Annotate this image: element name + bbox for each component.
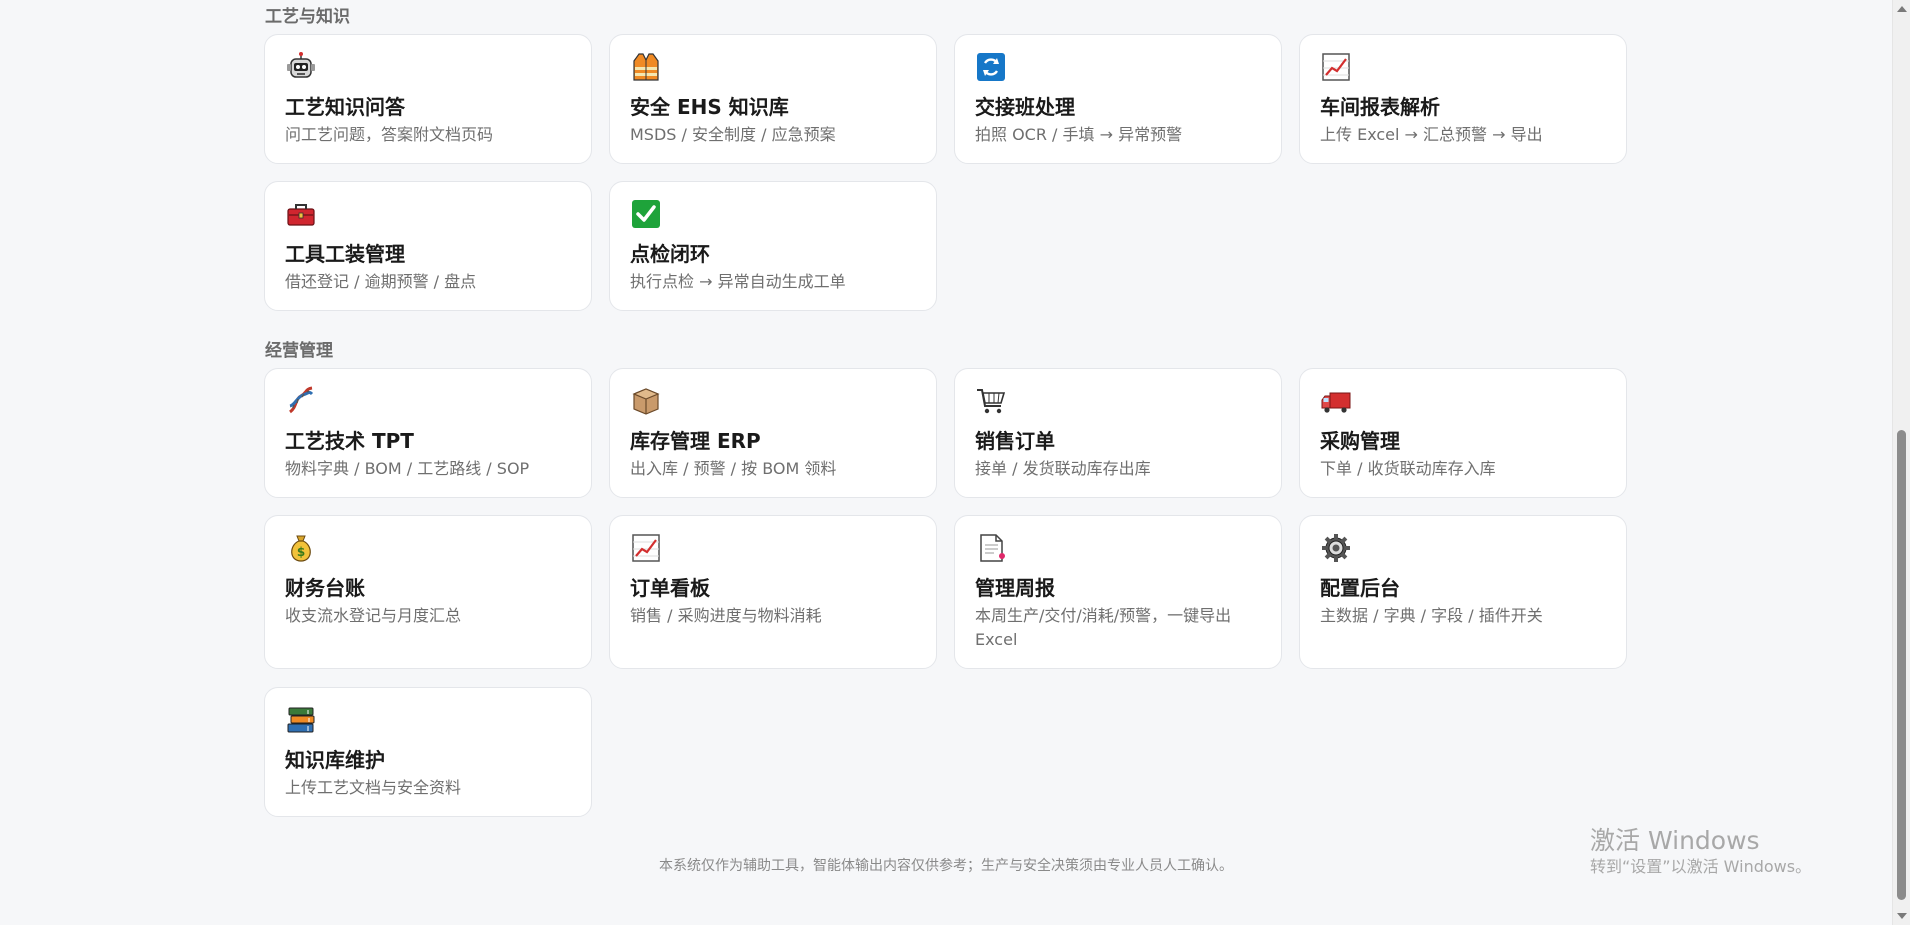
money-bag-icon: $: [285, 532, 317, 564]
card-desc: 出入库 / 预警 / 按 BOM 领料: [630, 459, 837, 478]
card-desc: 执行点检 → 异常自动生成工单: [630, 272, 846, 291]
card-title: 安全 EHS 知识库: [630, 95, 789, 119]
card-title: 点检闭环: [630, 242, 710, 266]
robot-icon: [285, 51, 317, 83]
truck-icon: [1320, 385, 1352, 417]
card-sales-order[interactable]: 销售订单 接单 / 发货联动库存出库: [954, 368, 1282, 498]
card-config-backend[interactable]: 配置后台 主数据 / 字典 / 字段 / 插件开关: [1299, 515, 1627, 669]
refresh-icon: [975, 51, 1007, 83]
card-desc: 上传 Excel → 汇总预警 → 导出: [1320, 125, 1543, 144]
card-desc: 本周生产/交付/消耗/预警，一键导出 Excel: [975, 606, 1232, 649]
card-inventory-erp[interactable]: 库存管理 ERP 出入库 / 预警 / 按 BOM 领料: [609, 368, 937, 498]
vertical-scrollbar[interactable]: [1892, 0, 1910, 925]
card-title: 工具工装管理: [285, 242, 405, 266]
card-inspection-loop[interactable]: 点检闭环 执行点检 → 异常自动生成工单: [609, 181, 937, 311]
card-desc: 销售 / 采购进度与物料消耗: [630, 606, 822, 625]
card-shift-handover[interactable]: 交接班处理 拍照 OCR / 手填 → 异常预警: [954, 34, 1282, 164]
card-desc: 下单 / 收货联动库存入库: [1320, 459, 1496, 478]
card-title: 订单看板: [630, 576, 710, 600]
card-title: 车间报表解析: [1320, 95, 1440, 119]
card-desc: 主数据 / 字典 / 字段 / 插件开关: [1320, 606, 1543, 625]
card-desc: 物料字典 / BOM / 工艺路线 / SOP: [285, 459, 530, 478]
gear-icon: [1320, 532, 1352, 564]
toolbox-icon: [285, 198, 317, 230]
card-purchase-management[interactable]: 采购管理 下单 / 收货联动库存入库: [1299, 368, 1627, 498]
safety-vest-icon: [630, 51, 662, 83]
card-workshop-report[interactable]: 车间报表解析 上传 Excel → 汇总预警 → 导出: [1299, 34, 1627, 164]
dna-icon: [285, 385, 317, 417]
card-weekly-report[interactable]: 管理周报 本周生产/交付/消耗/预警，一键导出 Excel: [954, 515, 1282, 669]
scroll-down-arrow-icon[interactable]: [1897, 913, 1907, 919]
scroll-up-arrow-icon[interactable]: [1897, 6, 1907, 12]
cart-icon: [975, 385, 1007, 417]
card-desc: 接单 / 发货联动库存出库: [975, 459, 1151, 478]
chart-up-icon: [1320, 51, 1352, 83]
card-title: 采购管理: [1320, 429, 1400, 453]
card-finance-ledger[interactable]: $ 财务台账 收支流水登记与月度汇总: [264, 515, 592, 669]
card-title: 工艺技术 TPT: [285, 429, 414, 453]
card-title: 库存管理 ERP: [630, 429, 761, 453]
page: 工艺与知识 工艺知识问答 问工艺问题，答案附文档页码 安全 EHS 知识库 MS…: [0, 0, 1892, 925]
card-title: 管理周报: [975, 576, 1055, 600]
section-title-management: 经营管理: [265, 341, 333, 361]
card-process-tpt[interactable]: 工艺技术 TPT 物料字典 / BOM / 工艺路线 / SOP: [264, 368, 592, 498]
card-desc: 问工艺问题，答案附文档页码: [285, 125, 494, 144]
card-desc: MSDS / 安全制度 / 应急预案: [630, 125, 836, 144]
watermark-line1: 激活 Windows: [1590, 826, 1760, 855]
section-title-process: 工艺与知识: [265, 7, 350, 27]
scrollbar-thumb[interactable]: [1897, 430, 1906, 900]
package-icon: [630, 385, 662, 417]
watermark-line2: 转到“设置”以激活 Windows。: [1590, 857, 1812, 876]
card-safety-ehs[interactable]: 安全 EHS 知识库 MSDS / 安全制度 / 应急预案: [609, 34, 937, 164]
chart-up-icon: [630, 532, 662, 564]
card-desc: 收支流水登记与月度汇总: [285, 606, 462, 625]
card-knowledge-maintenance[interactable]: 知识库维护 上传工艺文档与安全资料: [264, 687, 592, 817]
windows-activation-watermark: 激活 Windows 转到“设置”以激活 Windows。: [1590, 826, 1811, 878]
document-icon: [975, 532, 1007, 564]
card-desc: 借还登记 / 逾期预警 / 盘点: [285, 272, 477, 291]
card-title: 配置后台: [1320, 576, 1400, 600]
card-title: 交接班处理: [975, 95, 1075, 119]
card-desc: 上传工艺文档与安全资料: [285, 778, 462, 797]
card-desc: 拍照 OCR / 手填 → 异常预警: [975, 125, 1183, 144]
card-title: 财务台账: [285, 576, 365, 600]
card-tool-management[interactable]: 工具工装管理 借还登记 / 逾期预警 / 盘点: [264, 181, 592, 311]
svg-text:$: $: [297, 545, 305, 559]
card-order-dashboard[interactable]: 订单看板 销售 / 采购进度与物料消耗: [609, 515, 937, 669]
card-title: 知识库维护: [285, 748, 385, 772]
books-icon: [285, 704, 317, 736]
card-title: 工艺知识问答: [285, 95, 405, 119]
card-process-qa[interactable]: 工艺知识问答 问工艺问题，答案附文档页码: [264, 34, 592, 164]
card-title: 销售订单: [975, 429, 1055, 453]
check-icon: [630, 198, 662, 230]
